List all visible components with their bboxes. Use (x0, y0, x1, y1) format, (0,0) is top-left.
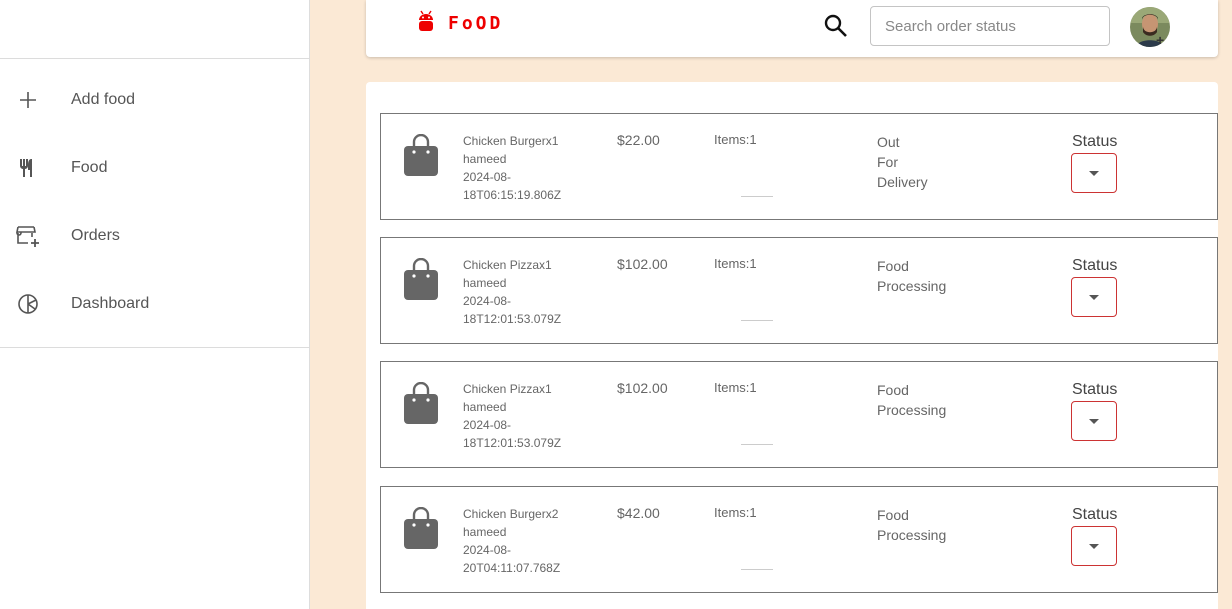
pie-chart-icon (16, 292, 40, 316)
divider (741, 320, 773, 321)
shopping-bag-icon (403, 133, 439, 178)
order-item-name: Chicken Burgerx1 (463, 134, 559, 148)
order-status-text: Out For Delivery (877, 134, 928, 190)
order-date-line1: 2024-08- (463, 170, 512, 184)
sidebar: Add food Food Orders Dashboard (0, 0, 310, 609)
order-date-line1: 2024-08- (463, 418, 512, 432)
status-dropdown[interactable] (1071, 401, 1117, 441)
status-dropdown[interactable] (1071, 277, 1117, 317)
sidebar-divider-bottom (0, 347, 310, 348)
store-add-icon (16, 224, 40, 248)
shopping-bag-icon (403, 257, 439, 302)
order-status-text: Food Processing (877, 382, 947, 418)
order-date-line2: 18T12:01:53.079Z (463, 312, 562, 326)
order-info: Chicken Pizzax1 hameed 2024-08- 18T12:01… (463, 380, 561, 452)
order-price: $22.00 (617, 132, 660, 148)
order-status-text: Food Processing (877, 507, 947, 543)
order-price: $102.00 (617, 380, 668, 396)
order-items-count: Items:1 (714, 256, 757, 271)
caret-down-icon (1089, 418, 1099, 424)
order-item-name: Chicken Pizzax1 (463, 258, 552, 272)
caret-down-icon (1089, 543, 1099, 549)
sidebar-item-orders[interactable]: Orders (0, 208, 310, 264)
status-label: Status (1072, 506, 1118, 523)
sidebar-divider-top (0, 58, 310, 59)
order-info: Chicken Burgerx1 hameed 2024-08- 18T06:1… (463, 132, 561, 204)
order-item-name: Chicken Pizzax1 (463, 382, 552, 396)
order-items-count: Items:1 (714, 380, 757, 395)
sidebar-item-label: Add food (71, 91, 136, 108)
divider (741, 196, 773, 197)
sidebar-item-food[interactable]: Food (0, 140, 310, 196)
order-customer: hameed (463, 152, 507, 166)
android-icon (418, 10, 434, 37)
order-date-line2: 20T04:11:07.768Z (463, 561, 561, 575)
caret-down-icon (1089, 294, 1099, 300)
order-info: Chicken Pizzax1 hameed 2024-08- 18T12:01… (463, 256, 561, 328)
brand-logo[interactable]: FoOD (418, 10, 503, 37)
status-label: Status (1072, 257, 1118, 274)
status-label: Status (1072, 133, 1118, 150)
order-card: Chicken Pizzax1 hameed 2024-08- 18T12:01… (380, 237, 1218, 344)
order-card: Chicken Burgerx2 hameed 2024-08- 20T04:1… (380, 486, 1218, 593)
order-price: $102.00 (617, 256, 668, 272)
caret-down-icon (1089, 170, 1099, 176)
search-input[interactable] (870, 6, 1110, 46)
order-customer: hameed (463, 525, 507, 539)
order-date-line1: 2024-08- (463, 294, 512, 308)
top-app-bar: FoOD + (366, 0, 1218, 57)
sidebar-item-label: Food (71, 159, 108, 176)
shopping-bag-icon (403, 381, 439, 426)
order-card: Chicken Burgerx1 hameed 2024-08- 18T06:1… (380, 113, 1218, 220)
add-account-icon[interactable]: + (1156, 32, 1164, 48)
sidebar-item-dashboard[interactable]: Dashboard (0, 276, 310, 332)
order-card: Chicken Pizzax1 hameed 2024-08- 18T12:01… (380, 361, 1218, 468)
status-dropdown[interactable] (1071, 526, 1117, 566)
order-items-count: Items:1 (714, 505, 757, 520)
order-price: $42.00 (617, 505, 660, 521)
divider (741, 444, 773, 445)
order-item-name: Chicken Burgerx2 (463, 507, 559, 521)
order-status-text: Food Processing (877, 258, 947, 294)
order-date-line1: 2024-08- (463, 543, 512, 557)
brand-name: FoOD (448, 13, 504, 34)
divider (741, 569, 773, 570)
status-label: Status (1072, 381, 1118, 398)
sidebar-item-label: Dashboard (71, 295, 150, 312)
sidebar-item-label: Orders (71, 227, 120, 244)
shopping-bag-icon (403, 506, 439, 551)
order-customer: hameed (463, 276, 507, 290)
order-date-line2: 18T06:15:19.806Z (463, 188, 562, 202)
order-date-line2: 18T12:01:53.079Z (463, 436, 562, 450)
orders-panel: Chicken Burgerx1 hameed 2024-08- 18T06:1… (366, 82, 1218, 609)
plus-icon (16, 88, 40, 112)
utensils-icon (16, 156, 40, 180)
order-items-count: Items:1 (714, 132, 757, 147)
order-info: Chicken Burgerx2 hameed 2024-08- 20T04:1… (463, 505, 560, 577)
order-customer: hameed (463, 400, 507, 414)
status-dropdown[interactable] (1071, 153, 1117, 193)
sidebar-item-add-food[interactable]: Add food (0, 72, 310, 128)
search-icon[interactable] (823, 13, 849, 39)
